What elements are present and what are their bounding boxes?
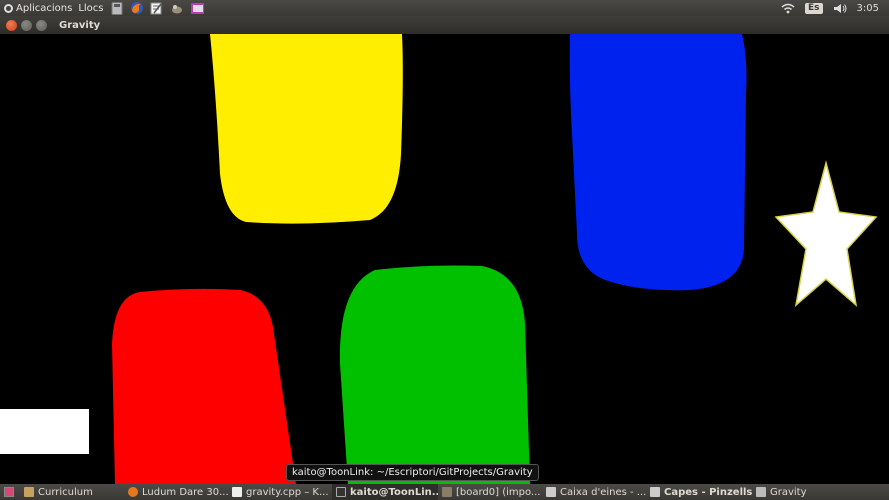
taskbar-item-label: kaito@ToonLin... [350, 486, 438, 498]
text-editor-icon[interactable] [150, 1, 164, 15]
volume-icon[interactable] [833, 1, 847, 15]
minimize-window-button[interactable] [21, 19, 32, 31]
taskbar-item-brushes[interactable]: Capes - Pinzells [646, 484, 752, 500]
white-star [774, 160, 878, 307]
game-shapes [112, 34, 878, 484]
keyboard-layout-indicator[interactable]: Es [805, 2, 823, 14]
taskbar-item-ludum-dare[interactable]: Ludum Dare 30... [124, 484, 228, 500]
taskbar-item-label: Capes - Pinzells [664, 486, 752, 498]
window-title: Gravity [59, 19, 101, 31]
show-desktop-icon[interactable] [4, 487, 14, 497]
gimp-toolbox-icon [650, 487, 660, 497]
taskbar-item-gravity-cpp[interactable]: gravity.cpp – K... [228, 484, 332, 500]
editor-icon [232, 487, 242, 497]
applications-menu-label: Aplicacions [16, 2, 73, 14]
media-player-icon[interactable] [190, 1, 204, 15]
terminal-icon [336, 487, 346, 497]
taskbar-item-label: [board0] (impo... [456, 486, 541, 498]
folder-icon [24, 487, 34, 497]
terminal-tooltip: kaito@ToonLink: ~/Escriptori/GitProjects… [286, 464, 539, 481]
window-icon [756, 487, 766, 497]
taskbar-item-label: Gravity [770, 486, 807, 498]
gimp-icon [442, 487, 452, 497]
firefox-icon [128, 487, 138, 497]
taskbar-item-toolbox[interactable]: Caixa d'eines - ... [542, 484, 646, 500]
top-panel: Aplicacions Llocs Es 3:05 [0, 0, 889, 16]
yellow-blob [210, 34, 403, 224]
taskbar-item-label: Curriculum [38, 486, 93, 498]
blue-blob [569, 34, 747, 291]
ubuntu-logo-icon [4, 3, 13, 13]
taskbar-item-terminal[interactable]: kaito@ToonLin... [332, 484, 438, 500]
taskbar-item-label: gravity.cpp – K... [246, 486, 329, 498]
taskbar-item-gravity[interactable]: Gravity [752, 484, 852, 500]
gimp-icon[interactable] [170, 1, 184, 15]
taskbar-item-label: Caixa d'eines - ... [560, 486, 646, 498]
taskbar-item-label: Ludum Dare 30... [142, 486, 228, 498]
calculator-icon[interactable] [110, 1, 124, 15]
game-canvas[interactable] [0, 34, 889, 484]
maximize-window-button[interactable] [36, 19, 47, 31]
places-menu[interactable]: Llocs [78, 3, 103, 14]
applications-menu[interactable]: Aplicacions [4, 3, 72, 14]
taskbar-item-gimp-board[interactable]: [board0] (impo... [438, 484, 542, 500]
close-window-button[interactable] [6, 19, 17, 31]
firefox-icon[interactable] [130, 1, 144, 15]
taskbar: Curriculum Ludum Dare 30... gravity.cpp … [0, 484, 889, 500]
taskbar-item-curriculum[interactable]: Curriculum [20, 484, 124, 500]
wifi-icon[interactable] [781, 1, 795, 15]
red-blob [112, 288, 296, 484]
places-menu-label: Llocs [78, 2, 104, 14]
clock[interactable]: 3:05 [857, 3, 879, 14]
white-rectangle [0, 409, 89, 454]
green-blob [339, 265, 530, 484]
window-titlebar[interactable]: Gravity [0, 16, 889, 34]
gimp-toolbox-icon [546, 487, 556, 497]
